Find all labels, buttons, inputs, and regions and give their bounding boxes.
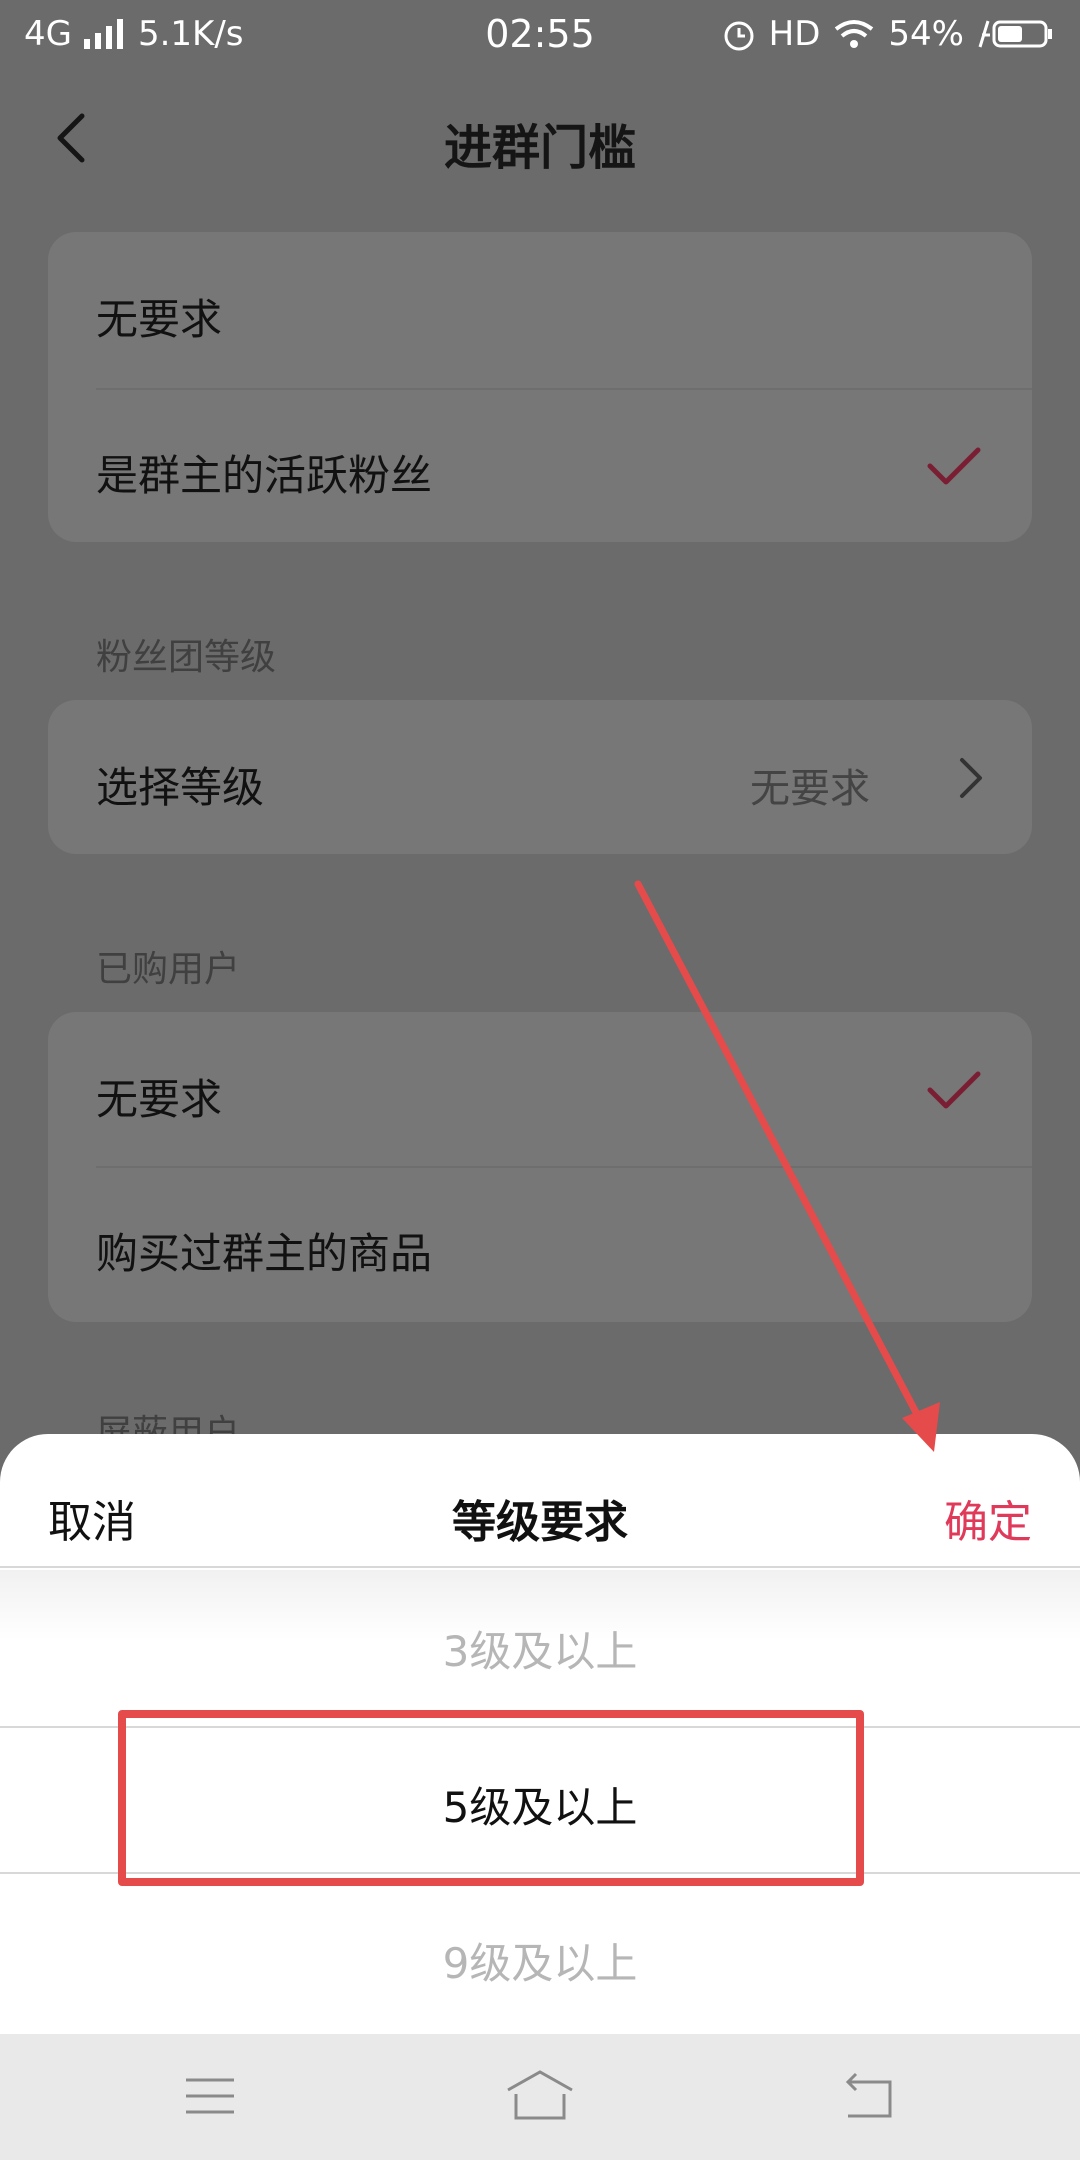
annotation-arrow: [634, 880, 940, 1452]
return-icon[interactable]: [840, 2070, 896, 2124]
menu-icon[interactable]: [184, 2074, 236, 2122]
home-icon[interactable]: [504, 2068, 576, 2126]
